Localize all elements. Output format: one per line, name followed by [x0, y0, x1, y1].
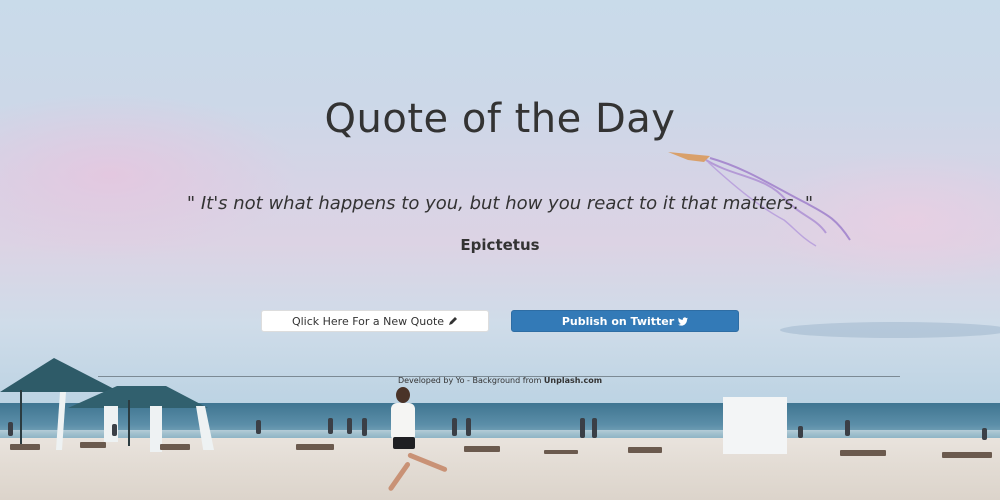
- publish-twitter-button[interactable]: Publish on Twitter: [511, 310, 739, 332]
- beach-chair: [942, 452, 992, 458]
- beach-chair: [544, 450, 578, 454]
- beachgoer: [328, 418, 333, 434]
- beachgoer: [845, 420, 850, 436]
- quote-text: " It's not what happens to you, but how …: [186, 193, 814, 214]
- beachgoer: [452, 418, 457, 436]
- beachgoer: [362, 418, 367, 436]
- runner-head: [396, 387, 410, 403]
- beachgoer: [8, 422, 13, 436]
- beach-chair: [296, 444, 334, 450]
- runner-shorts: [393, 437, 415, 449]
- beachgoer: [466, 418, 471, 436]
- beachgoer: [112, 424, 117, 436]
- new-quote-button[interactable]: Qlick Here For a New Quote: [261, 310, 489, 332]
- new-quote-button-label: Qlick Here For a New Quote: [291, 314, 445, 328]
- beach-tent: [723, 397, 787, 454]
- unsplash-link[interactable]: Unplash.com: [544, 376, 602, 385]
- beach-chair: [160, 444, 190, 450]
- quote-author: Epictetus: [460, 236, 540, 254]
- page-title: Quote of the Day: [324, 96, 676, 142]
- publish-twitter-button-label: Publish on Twitter: [561, 314, 675, 328]
- beach-chair: [464, 446, 500, 452]
- beach-chair: [80, 442, 106, 448]
- footer: Developed by Yo - Background from Unplas…: [0, 376, 1000, 385]
- tent-pole: [20, 390, 22, 446]
- pencil-icon: [449, 317, 458, 325]
- twitter-icon: [678, 316, 689, 326]
- beachgoer: [580, 418, 585, 438]
- beachgoer: [256, 420, 261, 434]
- beach-chair: [628, 447, 662, 453]
- beachgoer: [798, 426, 803, 438]
- footer-credit: Developed by Yo - Background from: [397, 376, 544, 385]
- beachgoer: [592, 418, 597, 438]
- cloud: [780, 322, 1000, 338]
- beach-chair: [10, 444, 40, 450]
- runner: [391, 403, 415, 439]
- beachgoer: [982, 428, 987, 440]
- beach-chair: [840, 450, 886, 456]
- tent-pole: [128, 400, 130, 446]
- beachgoer: [347, 418, 352, 434]
